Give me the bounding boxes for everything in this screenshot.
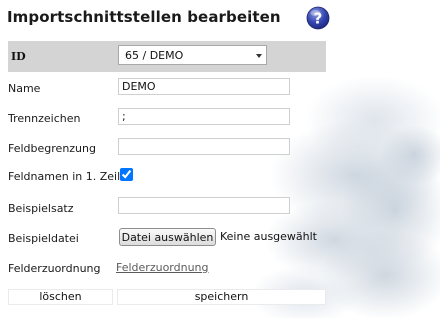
- svg-text:?: ?: [314, 10, 323, 28]
- id-select[interactable]: 65 / DEMO: [118, 45, 267, 65]
- save-button[interactable]: speichern: [117, 289, 326, 305]
- feldnamen-label: Feldnamen in 1. Zeile: [8, 170, 127, 183]
- page-title: Importschnittstellen bearbeiten: [7, 8, 281, 26]
- trennzeichen-input[interactable]: [118, 108, 290, 125]
- name-label: Name: [8, 82, 41, 95]
- trennzeichen-label: Trennzeichen: [8, 112, 81, 125]
- felderzuordnung-label: Felderzuordnung: [8, 262, 101, 275]
- file-status-text: Keine ausgewählt: [220, 230, 317, 243]
- delete-button[interactable]: löschen: [8, 289, 113, 305]
- id-label: ID: [11, 50, 26, 63]
- felderzuordnung-link[interactable]: Felderzuordnung: [116, 261, 209, 274]
- beispielsatz-label: Beispielsatz: [8, 202, 74, 215]
- feldnamen-checkbox[interactable]: [120, 168, 133, 181]
- id-selection-row: ID 65 / DEMO: [8, 41, 326, 72]
- page-header: Importschnittstellen bearbeiten ?: [0, 0, 440, 38]
- id-select-value: 65 / DEMO: [125, 49, 184, 62]
- choose-file-button[interactable]: Datei auswählen: [119, 228, 216, 246]
- beispielsatz-input[interactable]: [118, 197, 290, 214]
- feldbegrenzung-input[interactable]: [118, 138, 290, 155]
- question-mark-icon[interactable]: ?: [306, 6, 330, 30]
- beispieldatei-label: Beispieldatei: [8, 232, 79, 245]
- name-input[interactable]: [118, 78, 290, 95]
- feldbegrenzung-label: Feldbegrenzung: [8, 142, 96, 155]
- background-cloud-decoration: [255, 75, 440, 318]
- dropdown-arrow-icon: [256, 54, 262, 58]
